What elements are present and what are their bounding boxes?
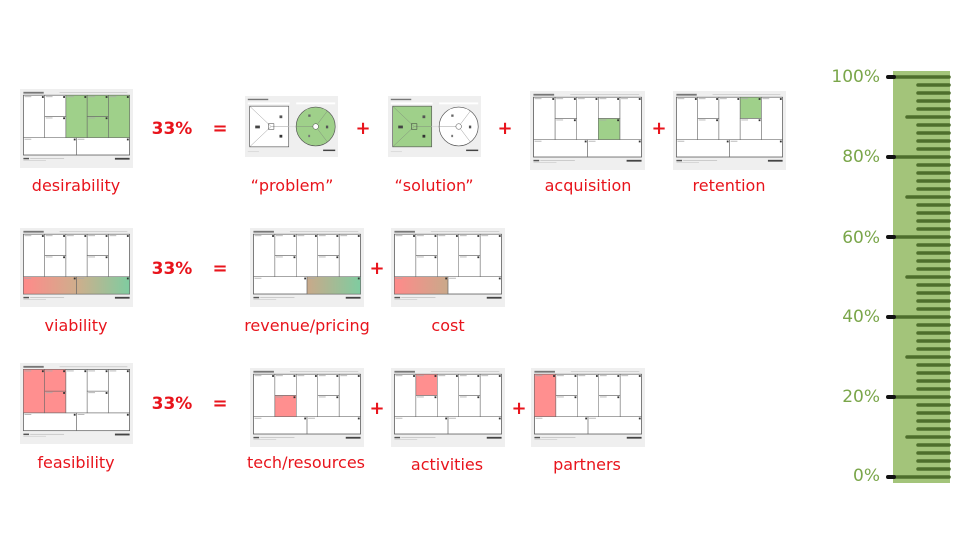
cost-label: cost [431,316,465,335]
acquisition-label: acquisition [544,176,632,195]
viability-percent: 33% [151,259,193,279]
equals-sign: = [212,118,228,139]
activities-label: activities [410,455,484,474]
desirability-label: desirability [31,176,121,195]
revenue-pricing-canvas [250,228,364,307]
desirability-percent: 33% [151,119,193,139]
acquisition-canvas [530,91,645,170]
ruler-label-0: 0% [853,466,880,486]
retention-label: retention [692,176,766,195]
solution-label: “solution” [394,176,474,195]
value-proposition-canvas-graphic [390,98,479,153]
cost-canvas [391,228,505,307]
business-model-canvas-graphic [676,93,783,163]
business-model-canvas-graphic [23,230,130,300]
feasibility-percent: 33% [151,394,193,414]
activities-canvas [391,368,505,447]
viability-canvas [20,228,133,307]
business-model-canvas-graphic [394,370,502,440]
business-model-canvas-graphic [534,370,642,440]
business-model-canvas-graphic [394,230,502,300]
tech-resources-label: tech/resources [247,453,365,472]
plus-sign: + [497,118,513,139]
business-model-canvas-graphic [253,230,361,300]
business-model-canvas-graphic [533,93,642,163]
revenue-pricing-label: revenue/pricing [244,316,370,335]
business-model-canvas-graphic [23,91,130,161]
problem-label: “problem” [250,176,334,195]
ruler-graphic [886,71,951,483]
percentage-ruler [880,60,957,490]
ruler-label-40: 40% [842,307,880,327]
ruler-label-20: 20% [842,387,880,407]
feasibility-canvas [20,363,133,444]
tech-resources-canvas [250,368,364,447]
ruler-label-80: 80% [842,147,880,167]
retention-canvas [673,91,786,170]
equals-sign: = [212,393,228,414]
value-proposition-canvas-graphic [247,98,336,153]
business-model-canvas-graphic [253,370,361,440]
ruler-label-60: 60% [842,228,880,248]
plus-sign: + [369,258,385,279]
viability-label: viability [44,316,108,335]
plus-sign: + [369,398,385,419]
desirability-canvas [20,89,133,168]
ruler-label-100: 100% [831,67,880,87]
plus-sign: + [355,118,371,139]
partners-canvas [531,368,645,447]
equals-sign: = [212,258,228,279]
feasibility-label: feasibility [37,453,115,472]
partners-label: partners [553,455,621,474]
business-model-canvas-graphic [23,365,130,437]
solution-canvas [388,96,481,157]
plus-sign: + [651,118,667,139]
plus-sign: + [511,398,527,419]
problem-canvas [245,96,338,157]
